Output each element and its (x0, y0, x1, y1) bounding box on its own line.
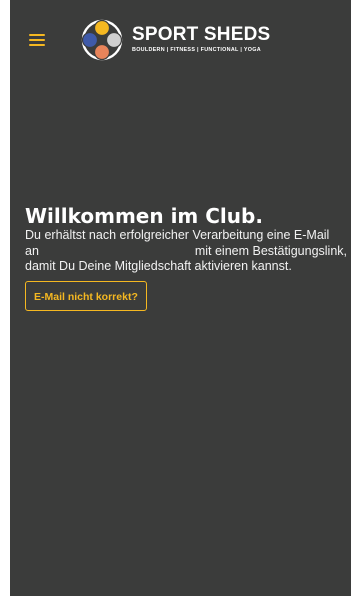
message-line-2: an mit einem Bestätigungslink, (25, 244, 347, 260)
welcome-section: Willkommen im Club. Du erhältst nach erf… (25, 204, 347, 311)
site-header: SPORT SHEDS BOULDERN | FITNESS | FUNCTIO… (10, 0, 351, 82)
app-screen: SPORT SHEDS BOULDERN | FITNESS | FUNCTIO… (10, 0, 351, 596)
email-address-slot (42, 244, 192, 260)
message-line-2-end: mit einem Bestätigungslink, (194, 243, 347, 258)
brand-name: SPORT SHEDS (132, 24, 271, 45)
menu-bar (29, 44, 45, 46)
four-circle-logo-icon (81, 19, 123, 61)
hamburger-menu-icon[interactable] (29, 32, 45, 48)
brand-tagline: BOULDERN | FITNESS | FUNCTIONAL | YOGA (132, 47, 261, 53)
message-line-1: Du erhältst nach erfolgreicher Verarbeit… (25, 228, 330, 242)
menu-bar (29, 34, 45, 36)
message-line-2-start: an (25, 243, 39, 258)
message-line-3: damit Du Deine Mitgliedschaft aktivieren… (25, 259, 292, 273)
confirmation-message: Du erhältst nach erfolgreicher Verarbeit… (25, 228, 347, 275)
email-incorrect-button[interactable]: E-Mail nicht korrekt? (25, 280, 147, 311)
page-title: Willkommen im Club. (25, 204, 263, 228)
brand-logo[interactable]: SPORT SHEDS BOULDERN | FITNESS | FUNCTIO… (80, 18, 280, 62)
menu-bar (29, 39, 45, 41)
